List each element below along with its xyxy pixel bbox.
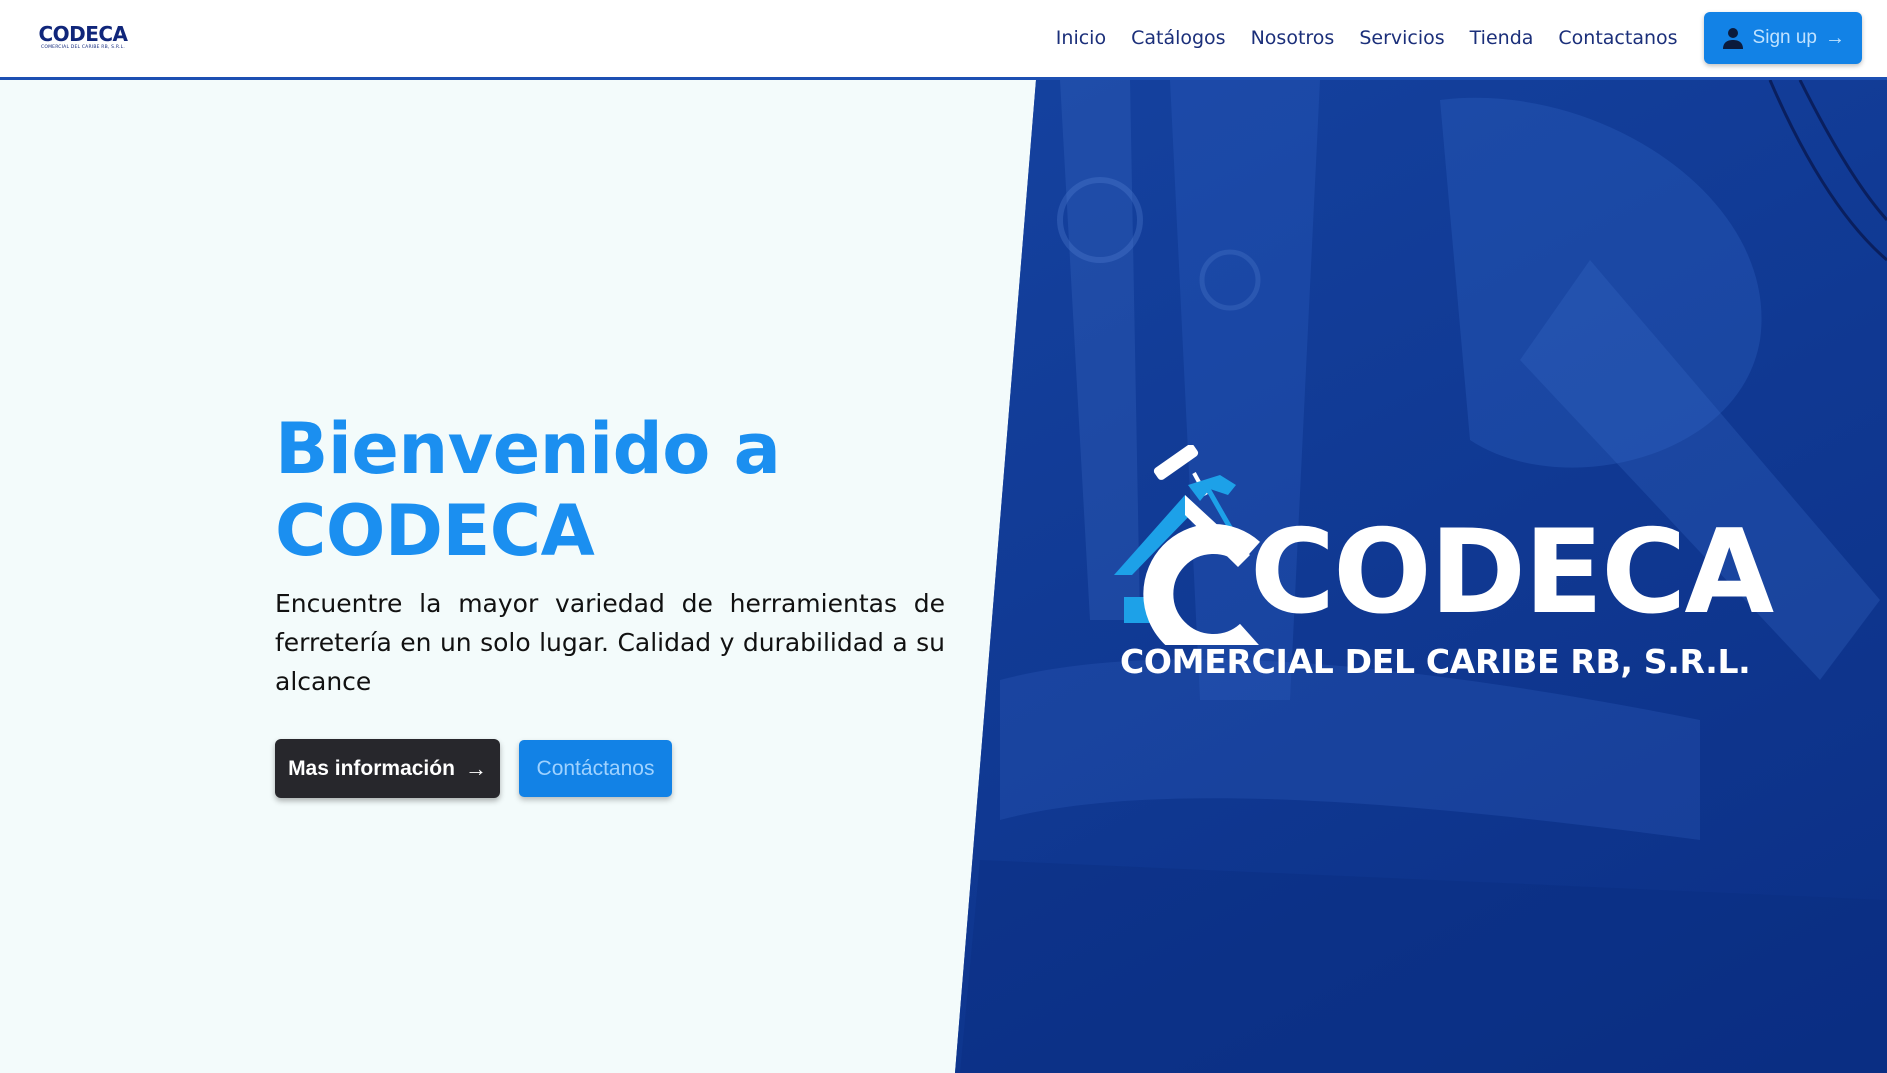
arrow-right-icon: → <box>464 755 487 781</box>
nav-servicios[interactable]: Servicios <box>1359 27 1444 49</box>
arrow-right-icon: → <box>1825 26 1845 49</box>
top-navbar: CODECA COMERCIAL DEL CARIBE RB, S.R.L. I… <box>0 0 1887 80</box>
person-icon <box>1722 28 1743 49</box>
header-logo-subtitle: COMERCIAL DEL CARIBE RB, S.R.L. <box>41 44 125 50</box>
header-logo-word: CODECA <box>38 21 128 46</box>
hero-title: Bienvenido a CODECA <box>275 408 895 572</box>
main-nav: Inicio Catálogos Nosotros Servicios Tien… <box>1056 0 1887 76</box>
more-info-button[interactable]: Mas información → <box>275 739 500 798</box>
contact-button[interactable]: Contáctanos <box>519 740 672 797</box>
hero-logo: CODECA COMERCIAL DEL CARIBE RB, S.R.L. <box>1110 445 1774 695</box>
hero-logo-subtitle: COMERCIAL DEL CARIBE RB, S.R.L. <box>1120 642 1751 681</box>
header-logo[interactable]: CODECA COMERCIAL DEL CARIBE RB, S.R.L. <box>38 10 128 62</box>
sign-up-button[interactable]: Sign up → <box>1703 12 1862 64</box>
sign-up-label: Sign up <box>1752 27 1817 48</box>
nav-nosotros[interactable]: Nosotros <box>1251 27 1335 49</box>
nav-inicio[interactable]: Inicio <box>1056 27 1106 49</box>
contact-button-label: Contáctanos <box>536 756 655 780</box>
nav-catalogos[interactable]: Catálogos <box>1131 27 1226 49</box>
hero-logo-word: CODECA <box>1250 505 1774 640</box>
hero-title-line1: Bienvenido a <box>275 408 781 490</box>
hero-title-line2: CODECA <box>275 490 595 572</box>
nav-tienda[interactable]: Tienda <box>1470 27 1534 49</box>
hero-description: Encuentre la mayor variedad de herramien… <box>275 589 945 696</box>
more-info-label: Mas información <box>288 756 455 780</box>
nav-contactanos[interactable]: Contactanos <box>1558 27 1677 49</box>
